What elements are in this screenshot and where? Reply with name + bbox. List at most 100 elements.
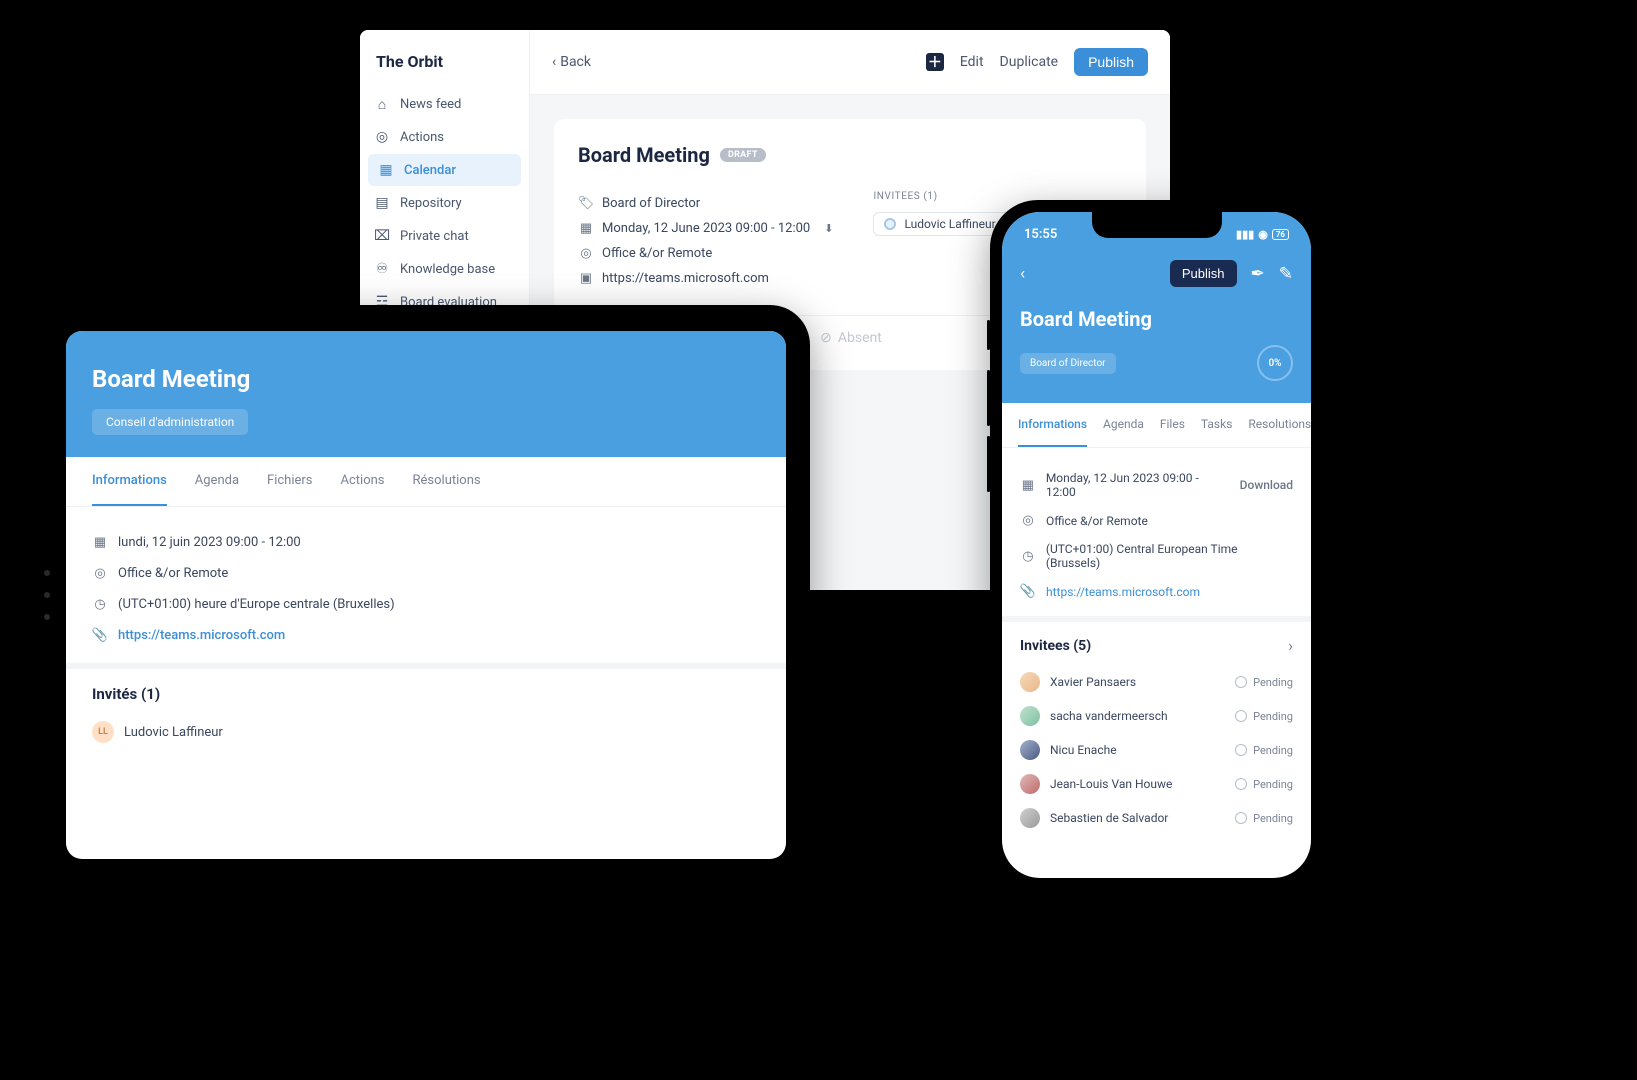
pin-icon: ◎ [92,566,108,581]
invitee-name: Sebastien de Salvador [1050,811,1168,825]
invitee-row[interactable]: Xavier Pansaers Pending [1020,665,1293,699]
tab-absent[interactable]: ⊘ Absent [820,330,882,346]
status-pending: Pending [1235,710,1293,723]
sidebar-item-label: Repository [400,196,462,211]
avatar [1020,706,1040,726]
status-bar: 15:55 ▮▮▮ ◉ 76 [1002,212,1311,256]
target-icon: ◎ [374,129,390,145]
publish-button[interactable]: Publish [1074,48,1148,76]
back-button[interactable]: ‹ Back [552,54,591,70]
phone-device: 15:55 ▮▮▮ ◉ 76 ‹ Publish ✒ ✎ Board Meeti… [990,200,1323,890]
invitee-name: sacha vandermeersch [1050,709,1168,723]
meeting-link[interactable]: https://teams.microsoft.com [118,628,285,643]
datetime-line: ▦ Monday, 12 Jun 2023 09:00 - 12:00 Down… [1020,464,1293,506]
tab-actions[interactable]: Actions [341,457,385,506]
invitee-row[interactable]: LL Ludovic Laffineur [92,717,760,747]
bulb-icon: ♾ [374,261,390,277]
phone-screen: 15:55 ▮▮▮ ◉ 76 ‹ Publish ✒ ✎ Board Meeti… [1002,212,1311,878]
download-button[interactable]: Download [1240,478,1293,492]
tablet-hardware-dots [44,570,50,620]
event-link[interactable]: https://teams.microsoft.com [602,271,769,286]
event-datetime-line: ▦ Monday, 12 June 2023 09:00 - 12:00 [578,216,833,241]
status-time: 15:55 [1024,227,1057,242]
location-line: ◎ Office &/or Remote [92,558,760,589]
datetime-value: Monday, 12 Jun 2023 09:00 - 12:00 [1046,471,1230,499]
tab-tasks[interactable]: Tasks [1201,403,1233,447]
tablet-body: ▦ lundi, 12 juin 2023 09:00 - 12:00 ◎ Of… [66,507,786,767]
meeting-link[interactable]: https://teams.microsoft.com [1046,585,1200,599]
duplicate-button[interactable]: Duplicate [1000,54,1059,70]
event-tag-line: 🏷 Board of Director [578,191,833,216]
page-title: Board Meeting [92,365,760,393]
invitee-row[interactable]: Sebastien de Salvador Pending [1020,801,1293,835]
sidebar-item-knowledgebase[interactable]: ♾ Knowledge base [360,253,529,285]
timezone-line: ◷ (UTC+01:00) heure d'Europe centrale (B… [92,589,760,620]
event-tag: Board of Director [602,196,700,211]
timezone-value: (UTC+01:00) Central European Time (Bruss… [1046,542,1293,570]
home-icon: ⌂ [374,96,390,112]
chevron-left-icon: ‹ [552,54,556,70]
tab-informations[interactable]: Informations [92,457,167,506]
invitee-row[interactable]: Jean-Louis Van Houwe Pending [1020,767,1293,801]
category-pill: Board of Director [1020,353,1116,374]
battery-icon: 76 [1272,229,1289,240]
comment-icon[interactable]: ✒ [1251,264,1265,284]
tab-resolutions[interactable]: Résolutions [413,457,481,506]
status-icons: ▮▮▮ ◉ 76 [1236,228,1289,241]
location-value: Office &/or Remote [1046,514,1148,528]
clock-icon: ◷ [92,597,108,612]
calendar-icon: ▦ [378,162,394,178]
invitee-row[interactable]: Nicu Enache Pending [1020,733,1293,767]
tab-agenda[interactable]: Agenda [1103,403,1144,447]
sidebar-item-newsfeed[interactable]: ⌂ News feed [360,88,529,120]
app-brand: The Orbit [360,52,529,87]
invitee-name: Nicu Enache [1050,743,1117,757]
invitees-header[interactable]: Invitees (5) › [1020,622,1293,665]
event-location-line: ◎ Office &/or Remote [578,241,833,266]
edit-button[interactable]: Edit [960,54,984,70]
location-line: ◎ Office &/or Remote [1020,506,1293,535]
phone-notch [1092,212,1222,238]
video-icon: ▣ [578,271,594,286]
location-value: Office &/or Remote [118,566,228,581]
sidebar-item-privatechat[interactable]: ⌧ Private chat [360,220,529,252]
datetime-line: ▦ lundi, 12 juin 2023 09:00 - 12:00 [92,527,760,558]
sidebar-item-actions[interactable]: ◎ Actions [360,121,529,153]
invitees-title: Invitees (5) [1020,638,1091,654]
event-title-row: Board Meeting DRAFT [578,143,1122,167]
wifi-icon: ◉ [1258,228,1268,241]
pin-icon: ◎ [1020,513,1036,528]
sidebar-item-label: Private chat [400,229,469,244]
attachment-icon: 📎 [1020,584,1036,599]
sidebar-item-label: Actions [400,130,444,145]
pending-ring-icon [1235,812,1247,824]
edit-icon[interactable]: ✎ [1279,264,1293,284]
calendar-small-icon: ▦ [578,221,594,236]
sidebar-item-calendar[interactable]: ▦ Calendar [368,154,521,186]
folder-icon: ▤ [374,195,390,211]
tab-informations[interactable]: Informations [1018,403,1087,447]
block-icon: ⊘ [820,330,832,346]
tab-resolutions[interactable]: Resolutions [1248,403,1311,447]
calendar-icon: ▦ [1020,478,1036,493]
pending-ring-icon [1235,710,1247,722]
sidebar-item-repository[interactable]: ▤ Repository [360,187,529,219]
tab-fichiers[interactable]: Fichiers [267,457,312,506]
invitee-row[interactable]: sacha vandermeersch Pending [1020,699,1293,733]
chevron-right-icon: › [1288,636,1293,655]
link-line[interactable]: 📎 https://teams.microsoft.com [92,620,760,651]
tab-agenda[interactable]: Agenda [195,457,239,506]
draft-badge: DRAFT [720,148,766,162]
download-icon[interactable] [818,221,833,236]
publish-button[interactable]: Publish [1170,260,1237,287]
tab-files[interactable]: Files [1160,403,1185,447]
back-button[interactable]: ‹ [1020,264,1025,284]
sidebar-item-label: Calendar [404,163,456,178]
calendar-icon: ▦ [92,535,108,550]
link-line[interactable]: 📎 https://teams.microsoft.com [1020,577,1293,606]
phone-topbar-right: Publish ✒ ✎ [1170,260,1293,287]
timezone-value: (UTC+01:00) heure d'Europe centrale (Bru… [118,597,395,612]
add-button[interactable]: ＋ [926,53,944,71]
avatar [1020,672,1040,692]
avatar [1020,774,1040,794]
